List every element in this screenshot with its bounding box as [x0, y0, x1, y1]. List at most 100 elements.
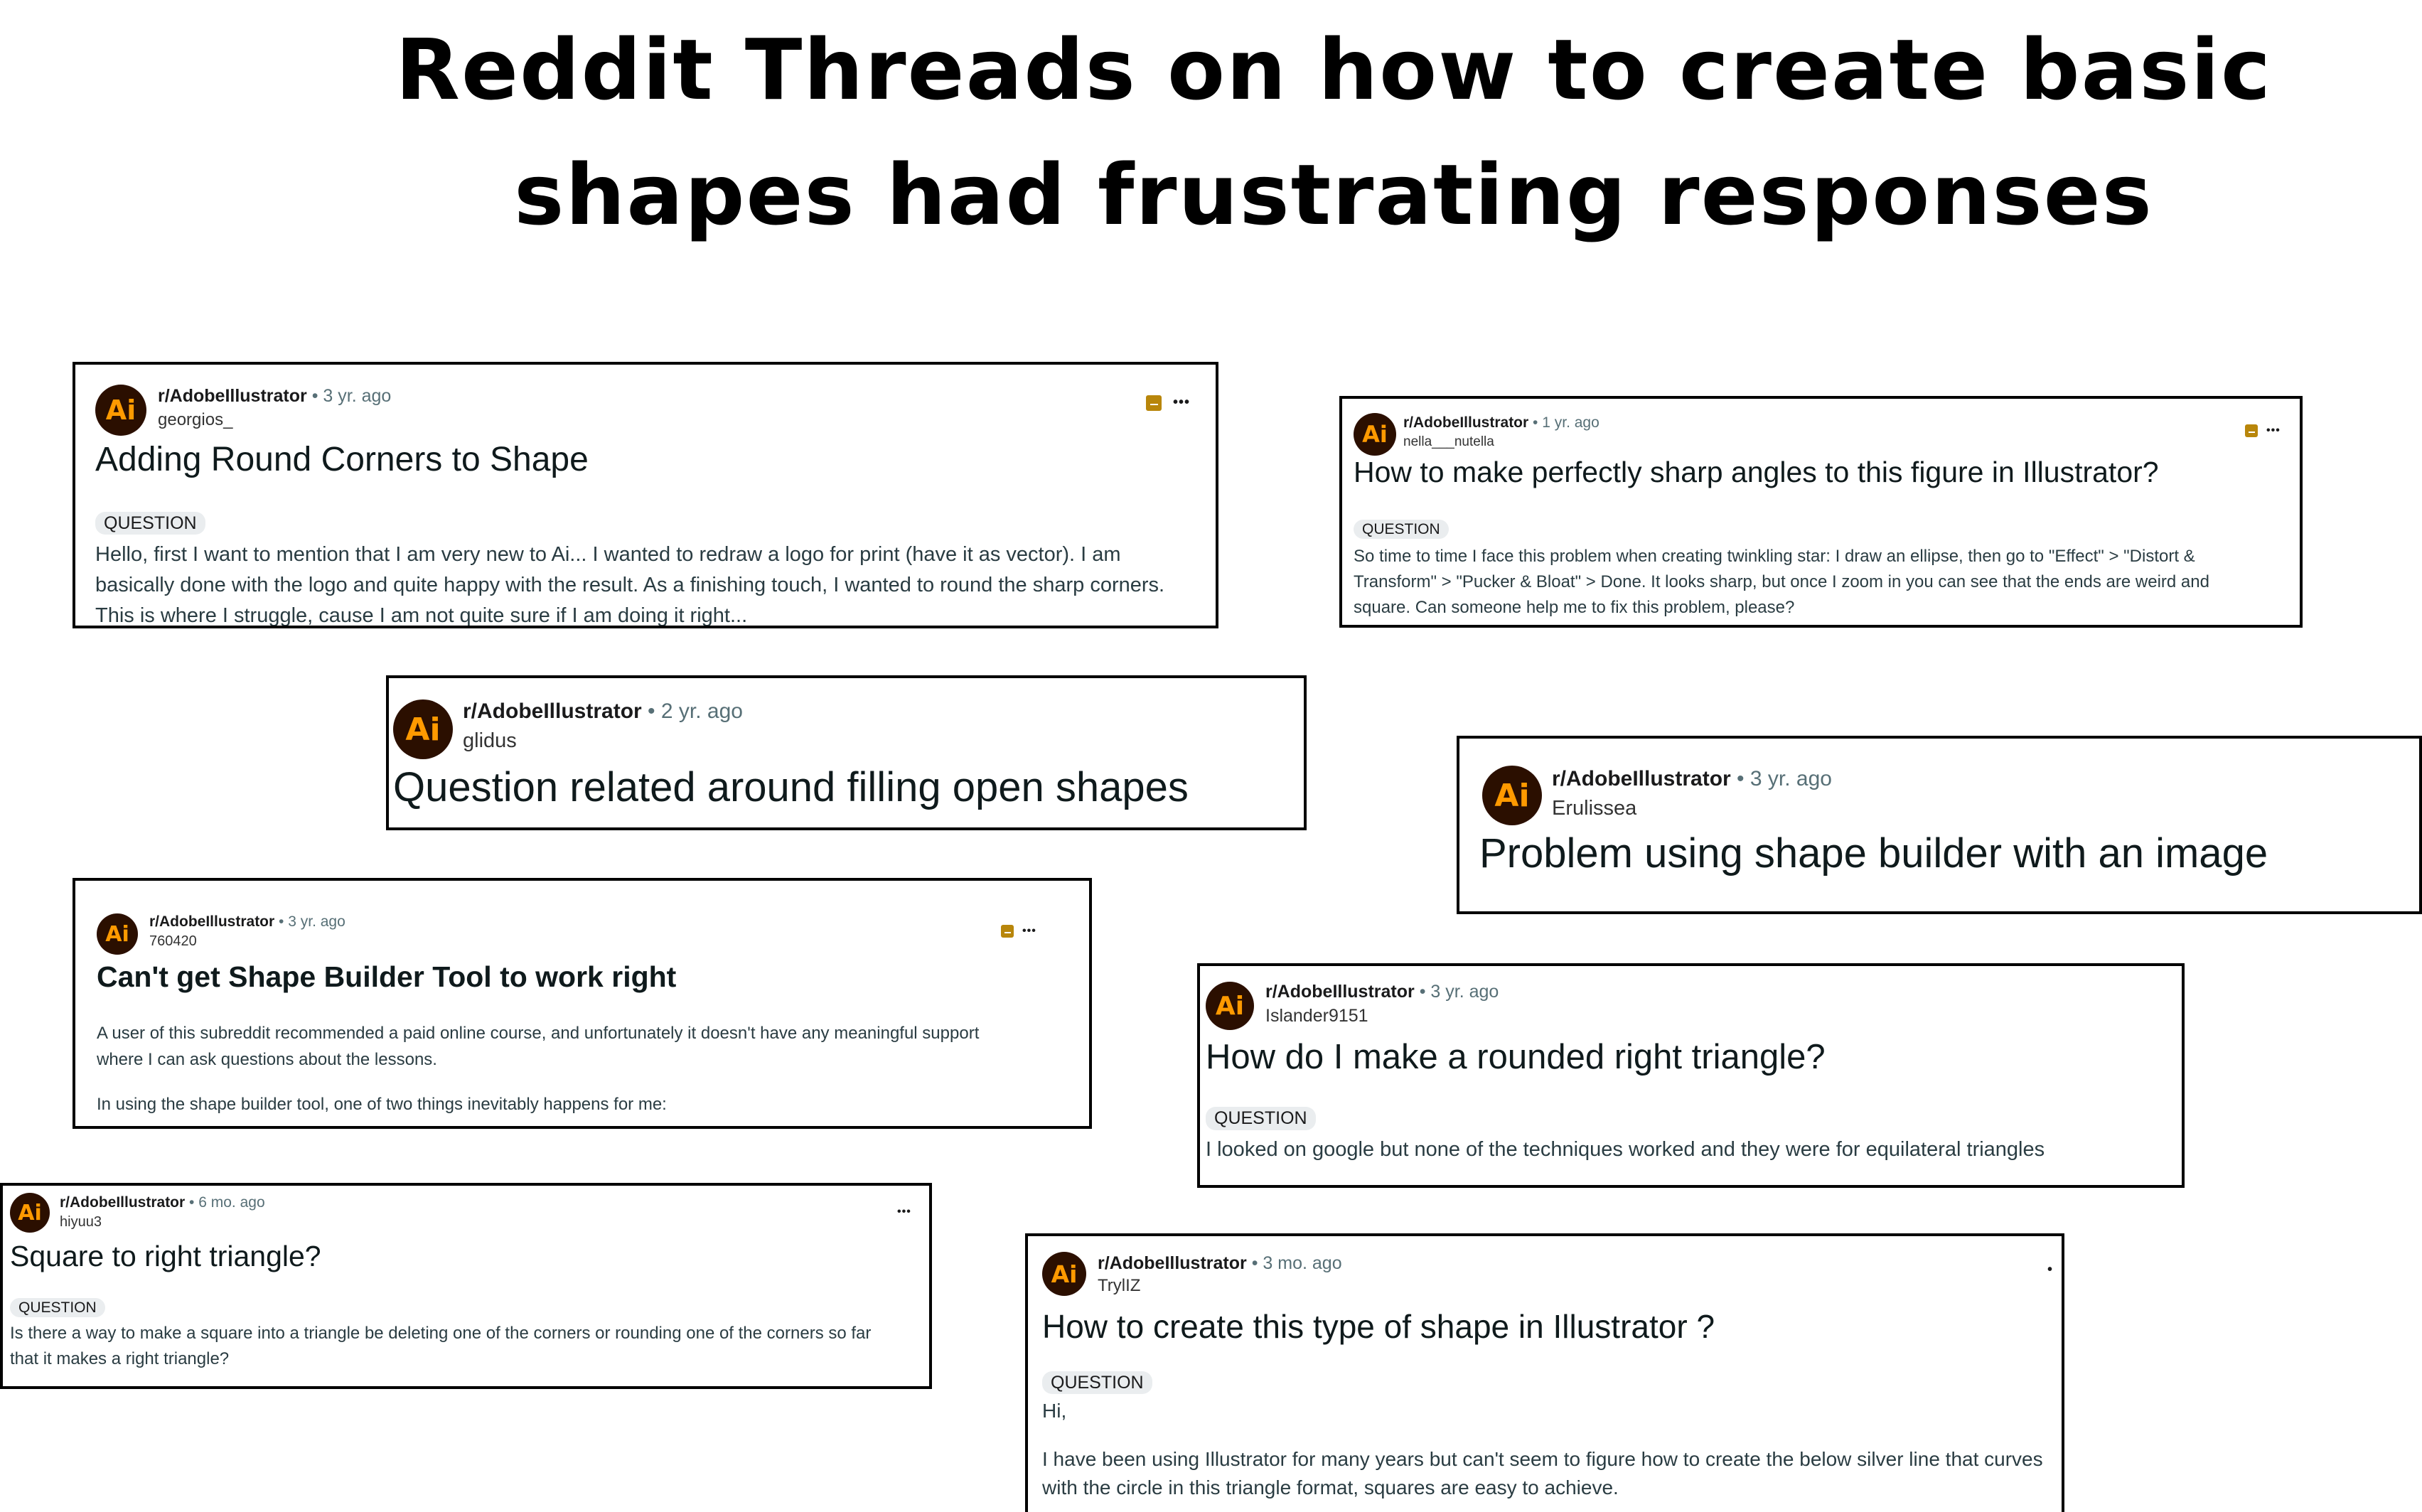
adobe-illustrator-logo-icon: Ai — [97, 913, 138, 955]
meta-separator: • — [311, 386, 318, 406]
post-card[interactable]: Ai r/AdobeIllustrator • 6 mo. ago hiyuu3… — [0, 1183, 932, 1389]
subreddit-link[interactable]: r/AdobeIllustrator — [158, 386, 307, 406]
post-title[interactable]: Can't get Shape Builder Tool to work rig… — [97, 960, 676, 994]
more-options-icon[interactable]: ••• — [1173, 395, 1190, 411]
subreddit-link[interactable]: r/AdobeIllustrator — [1098, 1253, 1247, 1273]
post-time: 3 mo. ago — [1263, 1253, 1342, 1273]
post-title[interactable]: How do I make a rounded right triangle? — [1206, 1037, 1826, 1077]
post-time: 3 yr. ago — [288, 913, 345, 930]
meta-separator: • — [1251, 1253, 1258, 1273]
meta-separator: • — [1419, 982, 1426, 1002]
flair-badge: QUESTION — [95, 512, 205, 535]
post-actions: • — [2047, 1262, 2053, 1278]
post-author[interactable]: georgios_ — [158, 410, 232, 430]
post-meta: r/AdobeIllustrator • 3 mo. ago — [1098, 1253, 1342, 1274]
post-author[interactable]: glidus — [463, 729, 517, 753]
adobe-illustrator-logo-icon: Ai — [1042, 1252, 1086, 1296]
post-meta: r/AdobeIllustrator • 3 yr. ago — [1265, 982, 1499, 1002]
post-body: Hi, I have been using Illustrator for ma… — [1042, 1397, 2043, 1502]
post-actions: ••• — [1001, 925, 1036, 938]
adobe-illustrator-logo-icon: Ai — [1206, 982, 1254, 1030]
post-title[interactable]: Problem using shape builder with an imag… — [1479, 830, 2268, 877]
page-title: Reddit Threads on how to create basic sh… — [370, 7, 2298, 257]
post-body: A user of this subreddit recommended a p… — [97, 1020, 979, 1117]
body-line — [1042, 1425, 2043, 1445]
post-card[interactable]: Ai r/AdobeIllustrator • 3 yr. ago Island… — [1197, 963, 2185, 1188]
post-card[interactable]: Ai r/AdobeIllustrator • 1 yr. ago nella_… — [1339, 396, 2303, 628]
meta-separator: • — [1533, 414, 1538, 431]
subreddit-link[interactable]: r/AdobeIllustrator — [1403, 414, 1528, 431]
post-title[interactable]: Question related around filling open sha… — [393, 763, 1189, 811]
body-line: I have been using Illustrator for many y… — [1042, 1448, 2043, 1470]
body-line: Hi, — [1042, 1400, 1067, 1422]
body-line: square. Can someone help me to fix this … — [1354, 598, 1795, 617]
more-options-icon[interactable]: ••• — [2266, 424, 2281, 437]
body-line: that it makes a right triangle? — [10, 1349, 230, 1368]
post-time: 3 yr. ago — [1749, 767, 1832, 790]
body-line: where I can ask questions about the less… — [97, 1050, 437, 1069]
subreddit-link[interactable]: r/AdobeIllustrator — [1265, 982, 1415, 1002]
post-actions: ••• — [1146, 395, 1190, 411]
subreddit-link[interactable]: r/AdobeIllustrator — [463, 699, 642, 723]
post-body: So time to time I face this problem when… — [1354, 544, 2209, 621]
adobe-illustrator-logo-icon: Ai — [1482, 766, 1542, 825]
adobe-illustrator-logo-icon: Ai — [1354, 413, 1396, 456]
adobe-illustrator-logo-icon: Ai — [95, 385, 146, 436]
post-title[interactable]: Square to right triangle? — [10, 1240, 321, 1273]
post-author[interactable]: Erulissea — [1552, 797, 1636, 820]
post-card[interactable]: Ai r/AdobeIllustrator • 3 yr. ago 760420… — [73, 878, 1092, 1129]
body-line — [97, 1073, 979, 1091]
post-author[interactable]: nella___nutella — [1403, 434, 1494, 450]
body-line: Hello, first I want to mention that I am… — [95, 543, 1121, 566]
post-title[interactable]: How to make perfectly sharp angles to th… — [1354, 456, 2159, 489]
post-body: Hello, first I want to mention that I am… — [95, 540, 1164, 627]
meta-separator: • — [1737, 767, 1745, 790]
body-line: So time to time I face this problem when… — [1354, 547, 2195, 566]
post-author[interactable]: TrylIZ — [1098, 1276, 1140, 1296]
post-time: 3 yr. ago — [323, 386, 392, 406]
post-meta: r/AdobeIllustrator • 1 yr. ago — [1403, 414, 1600, 431]
post-body: I looked on google but none of the techn… — [1206, 1135, 2045, 1164]
archive-icon — [2245, 424, 2258, 437]
subreddit-link[interactable]: r/AdobeIllustrator — [149, 913, 274, 930]
flair-badge: QUESTION — [1042, 1371, 1152, 1394]
flair-badge: QUESTION — [1354, 520, 1449, 539]
post-meta: r/AdobeIllustrator • 3 yr. ago — [158, 386, 391, 407]
post-author[interactable]: Islander9151 — [1265, 1006, 1368, 1026]
post-title[interactable]: Adding Round Corners to Shape — [95, 440, 589, 479]
post-time: 1 yr. ago — [1542, 414, 1600, 431]
post-card[interactable]: Ai r/AdobeIllustrator • 3 yr. ago georgi… — [73, 362, 1218, 628]
meta-separator: • — [279, 913, 284, 930]
page-title-line-2: shapes had frustrating responses — [514, 146, 2153, 244]
post-time: 3 yr. ago — [1430, 982, 1499, 1002]
archive-icon — [1001, 925, 1014, 938]
meta-separator: • — [648, 699, 655, 723]
post-card[interactable]: Ai r/AdobeIllustrator • 2 yr. ago glidus… — [386, 675, 1307, 830]
archive-icon — [1146, 395, 1162, 411]
subreddit-link[interactable]: r/AdobeIllustrator — [60, 1194, 185, 1211]
more-options-icon[interactable]: • — [2047, 1262, 2053, 1278]
post-time: 6 mo. ago — [198, 1194, 265, 1211]
page-title-line-1: Reddit Threads on how to create basic — [395, 21, 2272, 119]
body-line: Is there a way to make a square into a t… — [10, 1324, 872, 1343]
body-line: with the circle in this triangle format,… — [1042, 1476, 1619, 1498]
post-actions: ••• — [897, 1206, 911, 1218]
post-card[interactable]: Ai r/AdobeIllustrator • 3 yr. ago Erulis… — [1457, 736, 2422, 914]
post-card[interactable]: Ai r/AdobeIllustrator • 3 mo. ago TrylIZ… — [1025, 1233, 2064, 1512]
post-actions: ••• — [2245, 424, 2281, 437]
more-options-icon[interactable]: ••• — [897, 1206, 911, 1218]
post-meta: r/AdobeIllustrator • 3 yr. ago — [149, 913, 345, 931]
post-author[interactable]: hiyuu3 — [60, 1214, 102, 1230]
post-meta: r/AdobeIllustrator • 3 yr. ago — [1552, 767, 1832, 791]
body-line: Transform" > "Pucker & Bloat" > Done. It… — [1354, 572, 2209, 591]
body-line: In using the shape builder tool, one of … — [97, 1095, 667, 1114]
post-body: Is there a way to make a square into a t… — [10, 1321, 871, 1372]
body-line: A user of this subreddit recommended a p… — [97, 1024, 980, 1043]
post-author[interactable]: 760420 — [149, 933, 197, 950]
adobe-illustrator-logo-icon: Ai — [10, 1193, 50, 1233]
post-title[interactable]: How to create this type of shape in Illu… — [1042, 1307, 1715, 1346]
post-meta: r/AdobeIllustrator • 2 yr. ago — [463, 699, 743, 724]
body-line: This is where I struggle, cause I am not… — [95, 604, 748, 627]
subreddit-link[interactable]: r/AdobeIllustrator — [1552, 767, 1731, 790]
more-options-icon[interactable]: ••• — [1022, 925, 1036, 938]
